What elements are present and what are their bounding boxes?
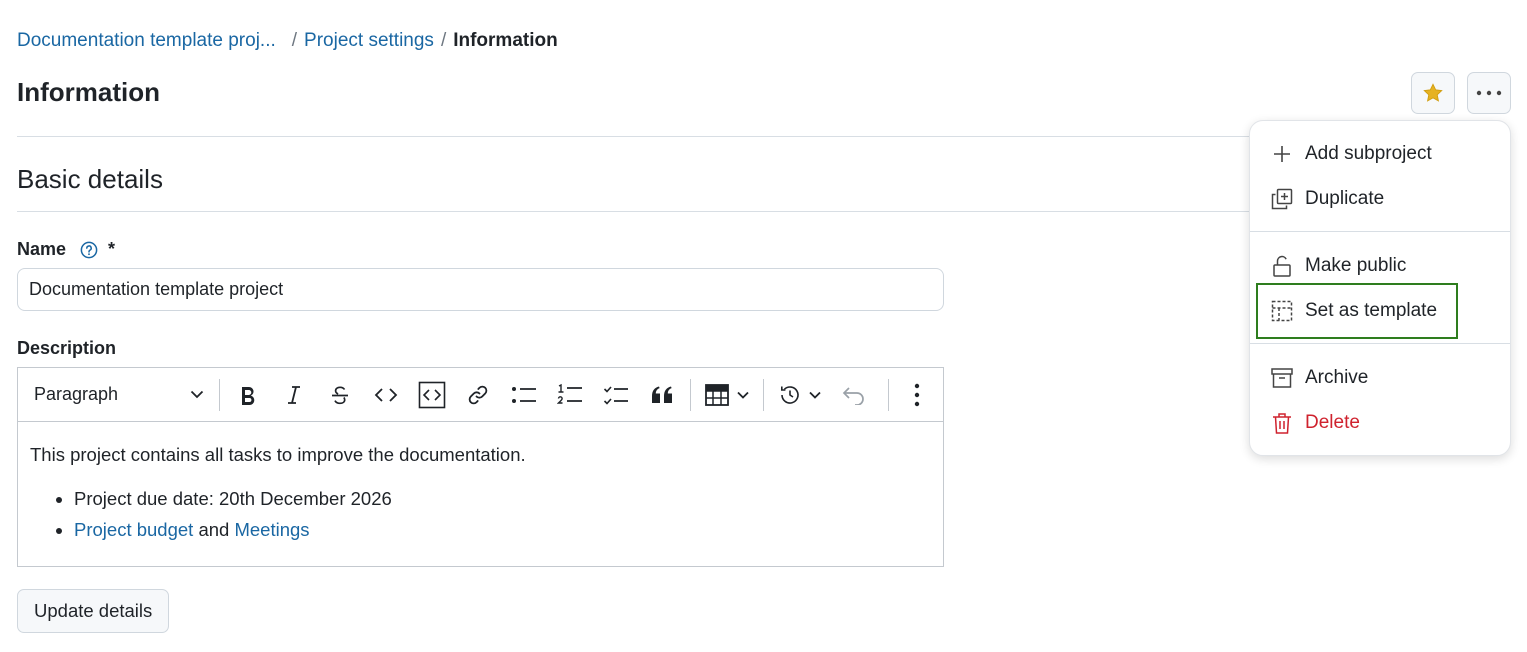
link-button[interactable]: [458, 375, 498, 415]
undo-icon: [842, 386, 864, 405]
strikethrough-icon: [332, 385, 348, 404]
chevron-down-icon: [809, 391, 821, 399]
strikethrough-button[interactable]: [320, 375, 360, 415]
list-item-text: Project due date: 20th December 2026: [74, 488, 392, 509]
duplicate-icon: [1271, 188, 1293, 210]
numbered-list-icon: [557, 383, 582, 404]
required-marker: *: [108, 239, 116, 259]
todo-list-button[interactable]: [596, 375, 636, 415]
editor-content[interactable]: This project contains all tasks to impro…: [18, 422, 943, 541]
toolbar-separator: [219, 378, 220, 411]
favorite-button[interactable]: [1411, 72, 1455, 114]
history-icon: [781, 385, 799, 404]
breadcrumb-current: Information: [453, 30, 558, 51]
list-item: Project budget and Meetings: [74, 519, 931, 541]
unlock-icon: [1271, 255, 1293, 277]
toolbar-separator: [690, 378, 691, 411]
menu-divider: [1250, 231, 1510, 232]
bulleted-list-icon: [512, 386, 536, 403]
bold-button[interactable]: [228, 375, 268, 415]
quote-icon: [652, 386, 672, 403]
page-title: Information: [17, 77, 160, 107]
table-icon: [705, 383, 729, 406]
list-item-text: and: [198, 519, 230, 540]
code-icon: [374, 387, 398, 402]
numbered-list-button[interactable]: [550, 375, 590, 415]
menu-item-delete[interactable]: Delete: [1271, 412, 1360, 434]
italic-button[interactable]: [274, 375, 314, 415]
chevron-down-icon: [737, 391, 749, 399]
insert-table-button[interactable]: [699, 375, 755, 415]
more-toolbar-button[interactable]: [897, 375, 937, 415]
header-actions: [1411, 72, 1511, 114]
update-details-button[interactable]: Update details: [17, 589, 170, 633]
more-actions-button[interactable]: [1467, 72, 1511, 114]
bold-icon: [242, 386, 255, 405]
menu-item-archive[interactable]: Archive: [1271, 367, 1368, 389]
menu-item-label: Add subproject: [1305, 143, 1432, 164]
trash-icon: [1271, 412, 1293, 434]
revision-history-button[interactable]: [772, 375, 828, 415]
toolbar-separator: [888, 378, 889, 411]
inline-code-button[interactable]: [366, 375, 406, 415]
quote-button[interactable]: [642, 375, 682, 415]
description-editor: Paragraph This project contains all task…: [17, 367, 944, 567]
code-block-button[interactable]: [412, 375, 452, 415]
bulleted-list-button[interactable]: [504, 375, 544, 415]
template-icon: [1271, 300, 1293, 322]
menu-item-label: Make public: [1305, 255, 1407, 276]
menu-item-label: Duplicate: [1305, 188, 1385, 209]
menu-item-duplicate[interactable]: Duplicate: [1271, 188, 1384, 210]
more-horizontal-icon: [1476, 90, 1502, 96]
paragraph-style-select[interactable]: Paragraph: [24, 375, 214, 415]
menu-item-set-as-template[interactable]: Set as template: [1271, 300, 1437, 322]
meetings-link[interactable]: Meetings: [234, 519, 309, 540]
paragraph-style-value: Paragraph: [34, 384, 119, 404]
undo-button[interactable]: [834, 375, 874, 415]
menu-item-label: Set as template: [1305, 300, 1438, 321]
section-title: Basic details: [17, 164, 163, 194]
menu-item-add-subproject[interactable]: Add subproject: [1271, 143, 1432, 165]
checklist-icon: [603, 385, 628, 405]
toolbar-separator: [763, 378, 764, 411]
description-label: Description: [17, 338, 116, 359]
plus-icon: [1271, 143, 1293, 165]
name-label-text: Name: [17, 239, 67, 259]
menu-divider: [1250, 343, 1510, 344]
menu-item-label: Delete: [1305, 412, 1360, 433]
star-icon: [1423, 83, 1443, 102]
list-item: Project due date: 20th December 2026: [74, 488, 931, 510]
breadcrumb-separator: /: [291, 30, 298, 51]
link-icon: [468, 385, 488, 404]
name-label: Name *: [17, 239, 115, 260]
editor-toolbar: Paragraph: [18, 368, 943, 422]
editor-bullet-list: Project due date: 20th December 2026 Pro…: [30, 488, 931, 541]
description-label-text: Description: [17, 338, 117, 358]
breadcrumb-separator: /: [440, 30, 447, 51]
breadcrumb-link-project[interactable]: Documentation template proj...: [17, 30, 276, 52]
help-icon[interactable]: [80, 241, 98, 259]
italic-icon: [288, 385, 300, 404]
menu-item-make-public[interactable]: Make public: [1271, 255, 1406, 277]
more-vertical-icon: [914, 383, 920, 406]
actions-menu: Add subproject Duplicate Make public Set…: [1249, 120, 1511, 456]
breadcrumb-link-project-settings[interactable]: Project settings: [304, 30, 434, 52]
menu-item-label: Archive: [1305, 367, 1369, 388]
project-budget-link[interactable]: Project budget: [74, 519, 193, 540]
archive-icon: [1271, 367, 1293, 389]
chevron-down-icon: [190, 390, 204, 399]
name-input[interactable]: [17, 268, 944, 311]
editor-paragraph: This project contains all tasks to impro…: [30, 444, 526, 465]
code-block-icon: [418, 381, 446, 408]
breadcrumb: Documentation template proj... / Project…: [17, 30, 558, 52]
